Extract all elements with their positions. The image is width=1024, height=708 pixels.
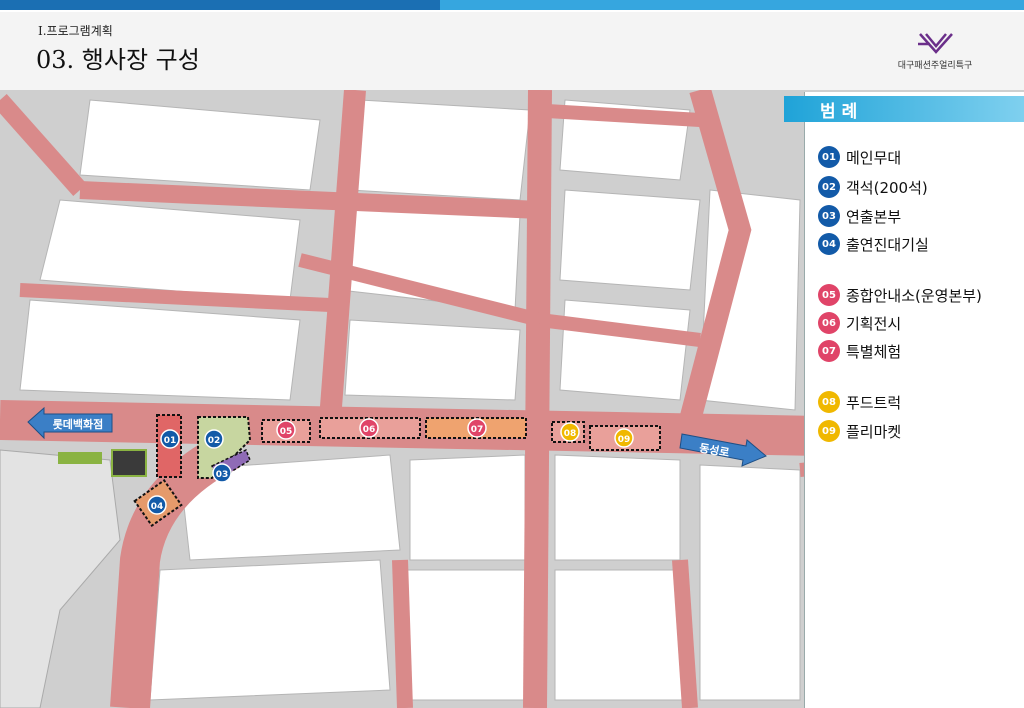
marker-08-label: 08 [564, 429, 577, 439]
legend-number: 02 [818, 176, 840, 198]
page-title: 03. 행사장 구성 [36, 46, 200, 74]
dark-block [111, 449, 147, 477]
legend-number: 01 [818, 146, 840, 168]
marker-06-label: 06 [363, 425, 376, 435]
legend-item: 01 메인무대 [818, 146, 901, 168]
legend-item: 02 객석(200석) [818, 176, 928, 198]
legend-label: 연출본부 [846, 207, 902, 226]
legend-title: 범례 [820, 102, 864, 122]
legend-label: 출연진대기실 [846, 235, 929, 254]
legend-item: 07 특별체험 [818, 340, 901, 362]
legend-item: 08 푸드트럭 [818, 391, 901, 413]
legend-number: 03 [818, 205, 840, 227]
legend-label: 기획전시 [846, 314, 902, 333]
legend-item: 06 기획전시 [818, 312, 901, 334]
marker-02-label: 02 [208, 436, 221, 446]
legend-label: 특별체험 [846, 342, 902, 361]
legend-number: 06 [818, 312, 840, 334]
top-accent-bar [0, 0, 1024, 12]
legend-number: 05 [818, 284, 840, 306]
legend-label: 객석(200석) [846, 178, 928, 197]
legend-label: 종합안내소(운영본부) [846, 286, 982, 305]
accent-bar-dark [0, 0, 440, 10]
west-arrow-label: 롯데백화점 [53, 417, 104, 431]
marker-01-label: 01 [164, 436, 177, 446]
section-label: Ⅰ.프로그램계획 [38, 24, 113, 38]
legend-number: 04 [818, 233, 840, 255]
accent-bar-light [440, 0, 1024, 10]
legend-label: 푸드트럭 [846, 393, 902, 412]
legend-item: 05 종합안내소(운영본부) [818, 284, 982, 306]
marker-03-label: 03 [216, 470, 229, 480]
org-name: 대구패션주얼리특구 [897, 61, 973, 71]
legend-number: 09 [818, 420, 840, 442]
marker-09-label: 09 [618, 435, 631, 445]
legend-item: 03 연출본부 [818, 205, 901, 227]
org-logo-icon [918, 33, 953, 54]
legend-label: 플리마켓 [846, 422, 902, 441]
legend-item: 09 플리마켓 [818, 420, 901, 442]
green-planter [58, 452, 102, 464]
legend-item: 04 출연진대기실 [818, 233, 929, 255]
legend-number: 08 [818, 391, 840, 413]
marker-07-label: 07 [471, 425, 484, 435]
legend-label: 메인무대 [846, 148, 902, 167]
marker-05-label: 05 [280, 427, 293, 437]
marker-04-label: 04 [151, 502, 164, 512]
legend-number: 07 [818, 340, 840, 362]
